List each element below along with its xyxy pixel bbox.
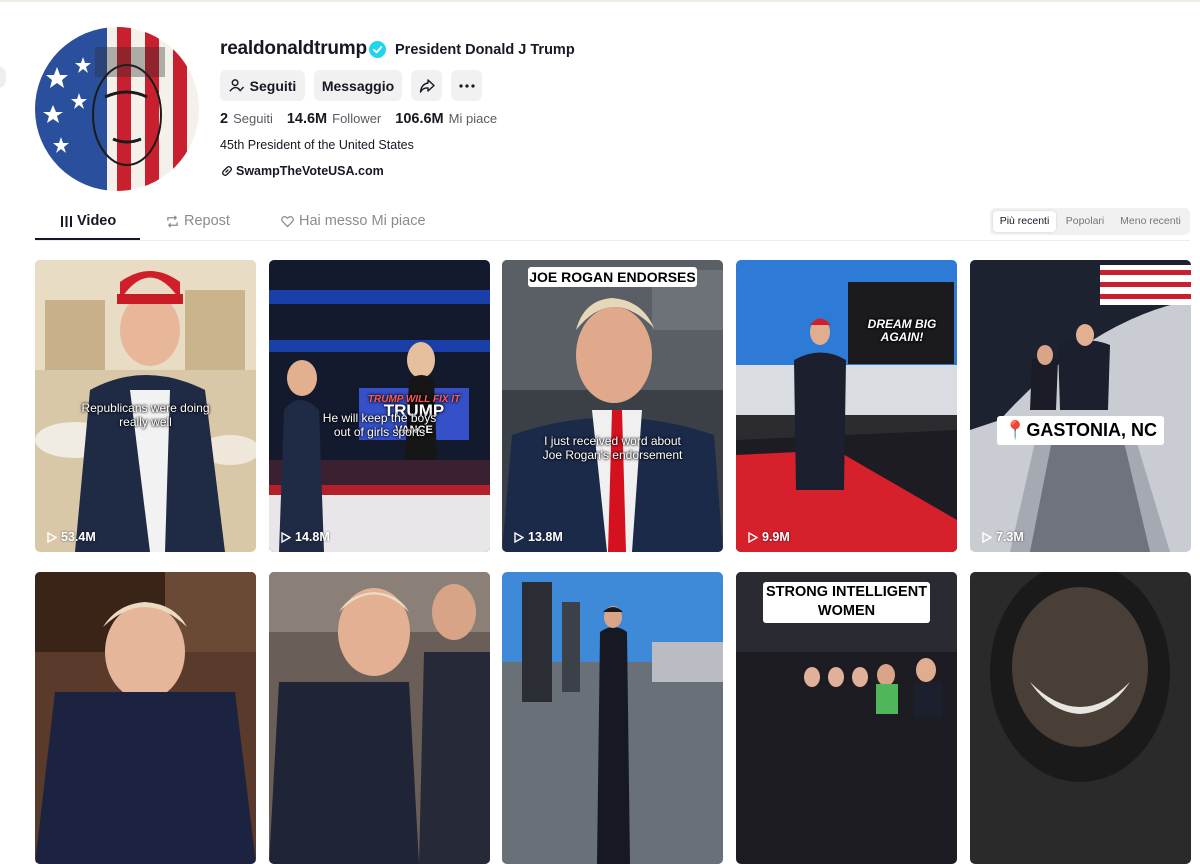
- tab-repost[interactable]: Repost: [166, 213, 230, 229]
- tab-video[interactable]: Video: [61, 213, 116, 229]
- video-card[interactable]: DREAM BIG AGAIN! 9.9M: [736, 260, 957, 552]
- followers-label: Follower: [332, 111, 382, 126]
- view-count-text: 9.9M: [762, 530, 790, 544]
- tab-liked[interactable]: Hai messo Mi piace: [281, 213, 426, 229]
- video-sign-text: DREAM BIG AGAIN!: [867, 317, 937, 344]
- tabs-divider: [35, 240, 1190, 241]
- following-button-label: Seguiti: [249, 77, 297, 94]
- view-count: 14.8M: [281, 530, 330, 544]
- video-card[interactable]: TRUMP WILL FIX IT TRUMP VANCE He will ke…: [269, 260, 490, 552]
- sort-option-popular[interactable]: Popolari: [1060, 211, 1110, 232]
- profile-link-text: SwampTheVoteUSA.com: [236, 164, 384, 178]
- tab-liked-label: Hai messo Mi piace: [299, 213, 426, 229]
- verified-badge-icon: [369, 41, 386, 58]
- profile-nickname: President Donald J Trump: [395, 42, 575, 58]
- video-caption: Republicans were doing really well: [81, 401, 210, 429]
- tab-video-label: Video: [77, 213, 117, 229]
- view-count-text: 14.8M: [295, 530, 330, 544]
- message-button-label: Messaggio: [321, 77, 395, 94]
- profile-bio: 45th President of the United States: [220, 138, 414, 152]
- sidebar-edge-handle[interactable]: [0, 66, 6, 88]
- repost-icon: [167, 214, 178, 228]
- link-icon: [222, 166, 232, 176]
- video-card[interactable]: STRONG INTELLIGENT WOMEN: [736, 572, 957, 864]
- video-caption: He will keep the boys out of girls sport…: [322, 411, 437, 439]
- play-icon: [748, 531, 758, 543]
- video-thumbnail: [736, 260, 957, 552]
- tab-repost-label: Repost: [184, 213, 230, 229]
- profile-username: realdonaldtrump: [220, 38, 367, 59]
- video-card[interactable]: [269, 572, 490, 864]
- video-card[interactable]: Republicans were doing really well 53.4M: [35, 260, 256, 552]
- view-count: 7.3M: [982, 530, 1024, 544]
- video-card[interactable]: [502, 572, 723, 864]
- sort-selector: Più recenti Popolari Meno recenti: [990, 208, 1190, 235]
- share-icon: [419, 78, 435, 93]
- video-overlay-title: STRONG INTELLIGENT WOMEN: [763, 582, 930, 623]
- profile-link[interactable]: SwampTheVoteUSA.com: [221, 164, 384, 178]
- top-edge-line: [0, 0, 1200, 2]
- play-icon: [514, 531, 524, 543]
- video-thumbnail: [269, 572, 490, 864]
- video-thumbnail: [502, 572, 723, 864]
- followers-count[interactable]: 14.6M: [287, 111, 327, 127]
- avatar[interactable]: [35, 27, 199, 191]
- play-icon: [281, 531, 291, 543]
- user-check-icon: [229, 79, 244, 92]
- view-count: 9.9M: [748, 530, 790, 544]
- view-count: 13.8M: [514, 530, 563, 544]
- video-thumbnail: [502, 260, 723, 552]
- view-count-text: 53.4M: [61, 530, 96, 544]
- share-button[interactable]: [411, 70, 442, 101]
- more-icon: [458, 83, 475, 88]
- video-caption: I just received word about Joe Rogan's e…: [542, 434, 683, 462]
- video-thumbnail: [970, 572, 1191, 864]
- profile-stats: 2 Seguiti 14.6M Follower 106.6M Mi piace: [220, 111, 511, 127]
- view-count-text: 7.3M: [996, 530, 1024, 544]
- view-count: 53.4M: [47, 530, 96, 544]
- view-count-text: 13.8M: [528, 530, 563, 544]
- video-card[interactable]: [970, 572, 1191, 864]
- heart-icon: [281, 215, 294, 227]
- video-overlay-title: JOE ROGAN ENDORSES: [528, 267, 697, 287]
- following-button[interactable]: Seguiti: [220, 70, 305, 101]
- sort-option-recent[interactable]: Più recenti: [993, 211, 1056, 232]
- following-count[interactable]: 2: [220, 111, 228, 127]
- play-icon: [47, 531, 57, 543]
- video-card[interactable]: [35, 572, 256, 864]
- likes-label: Mi piace: [448, 111, 498, 126]
- sort-option-oldest[interactable]: Meno recenti: [1114, 211, 1187, 232]
- video-overlay-title: 📍GASTONIA, NC: [997, 416, 1164, 445]
- play-icon: [982, 531, 992, 543]
- video-card[interactable]: 📍GASTONIA, NC 7.3M: [970, 260, 1191, 552]
- video-thumbnail: [970, 260, 1191, 552]
- video-thumbnail: [35, 572, 256, 864]
- video-card[interactable]: JOE ROGAN ENDORSES I just received word …: [502, 260, 723, 552]
- likes-count: 106.6M: [395, 111, 444, 127]
- more-button[interactable]: [451, 70, 482, 101]
- following-label: Seguiti: [233, 111, 273, 126]
- grid-icon: [61, 215, 72, 227]
- message-button[interactable]: Messaggio: [314, 70, 402, 101]
